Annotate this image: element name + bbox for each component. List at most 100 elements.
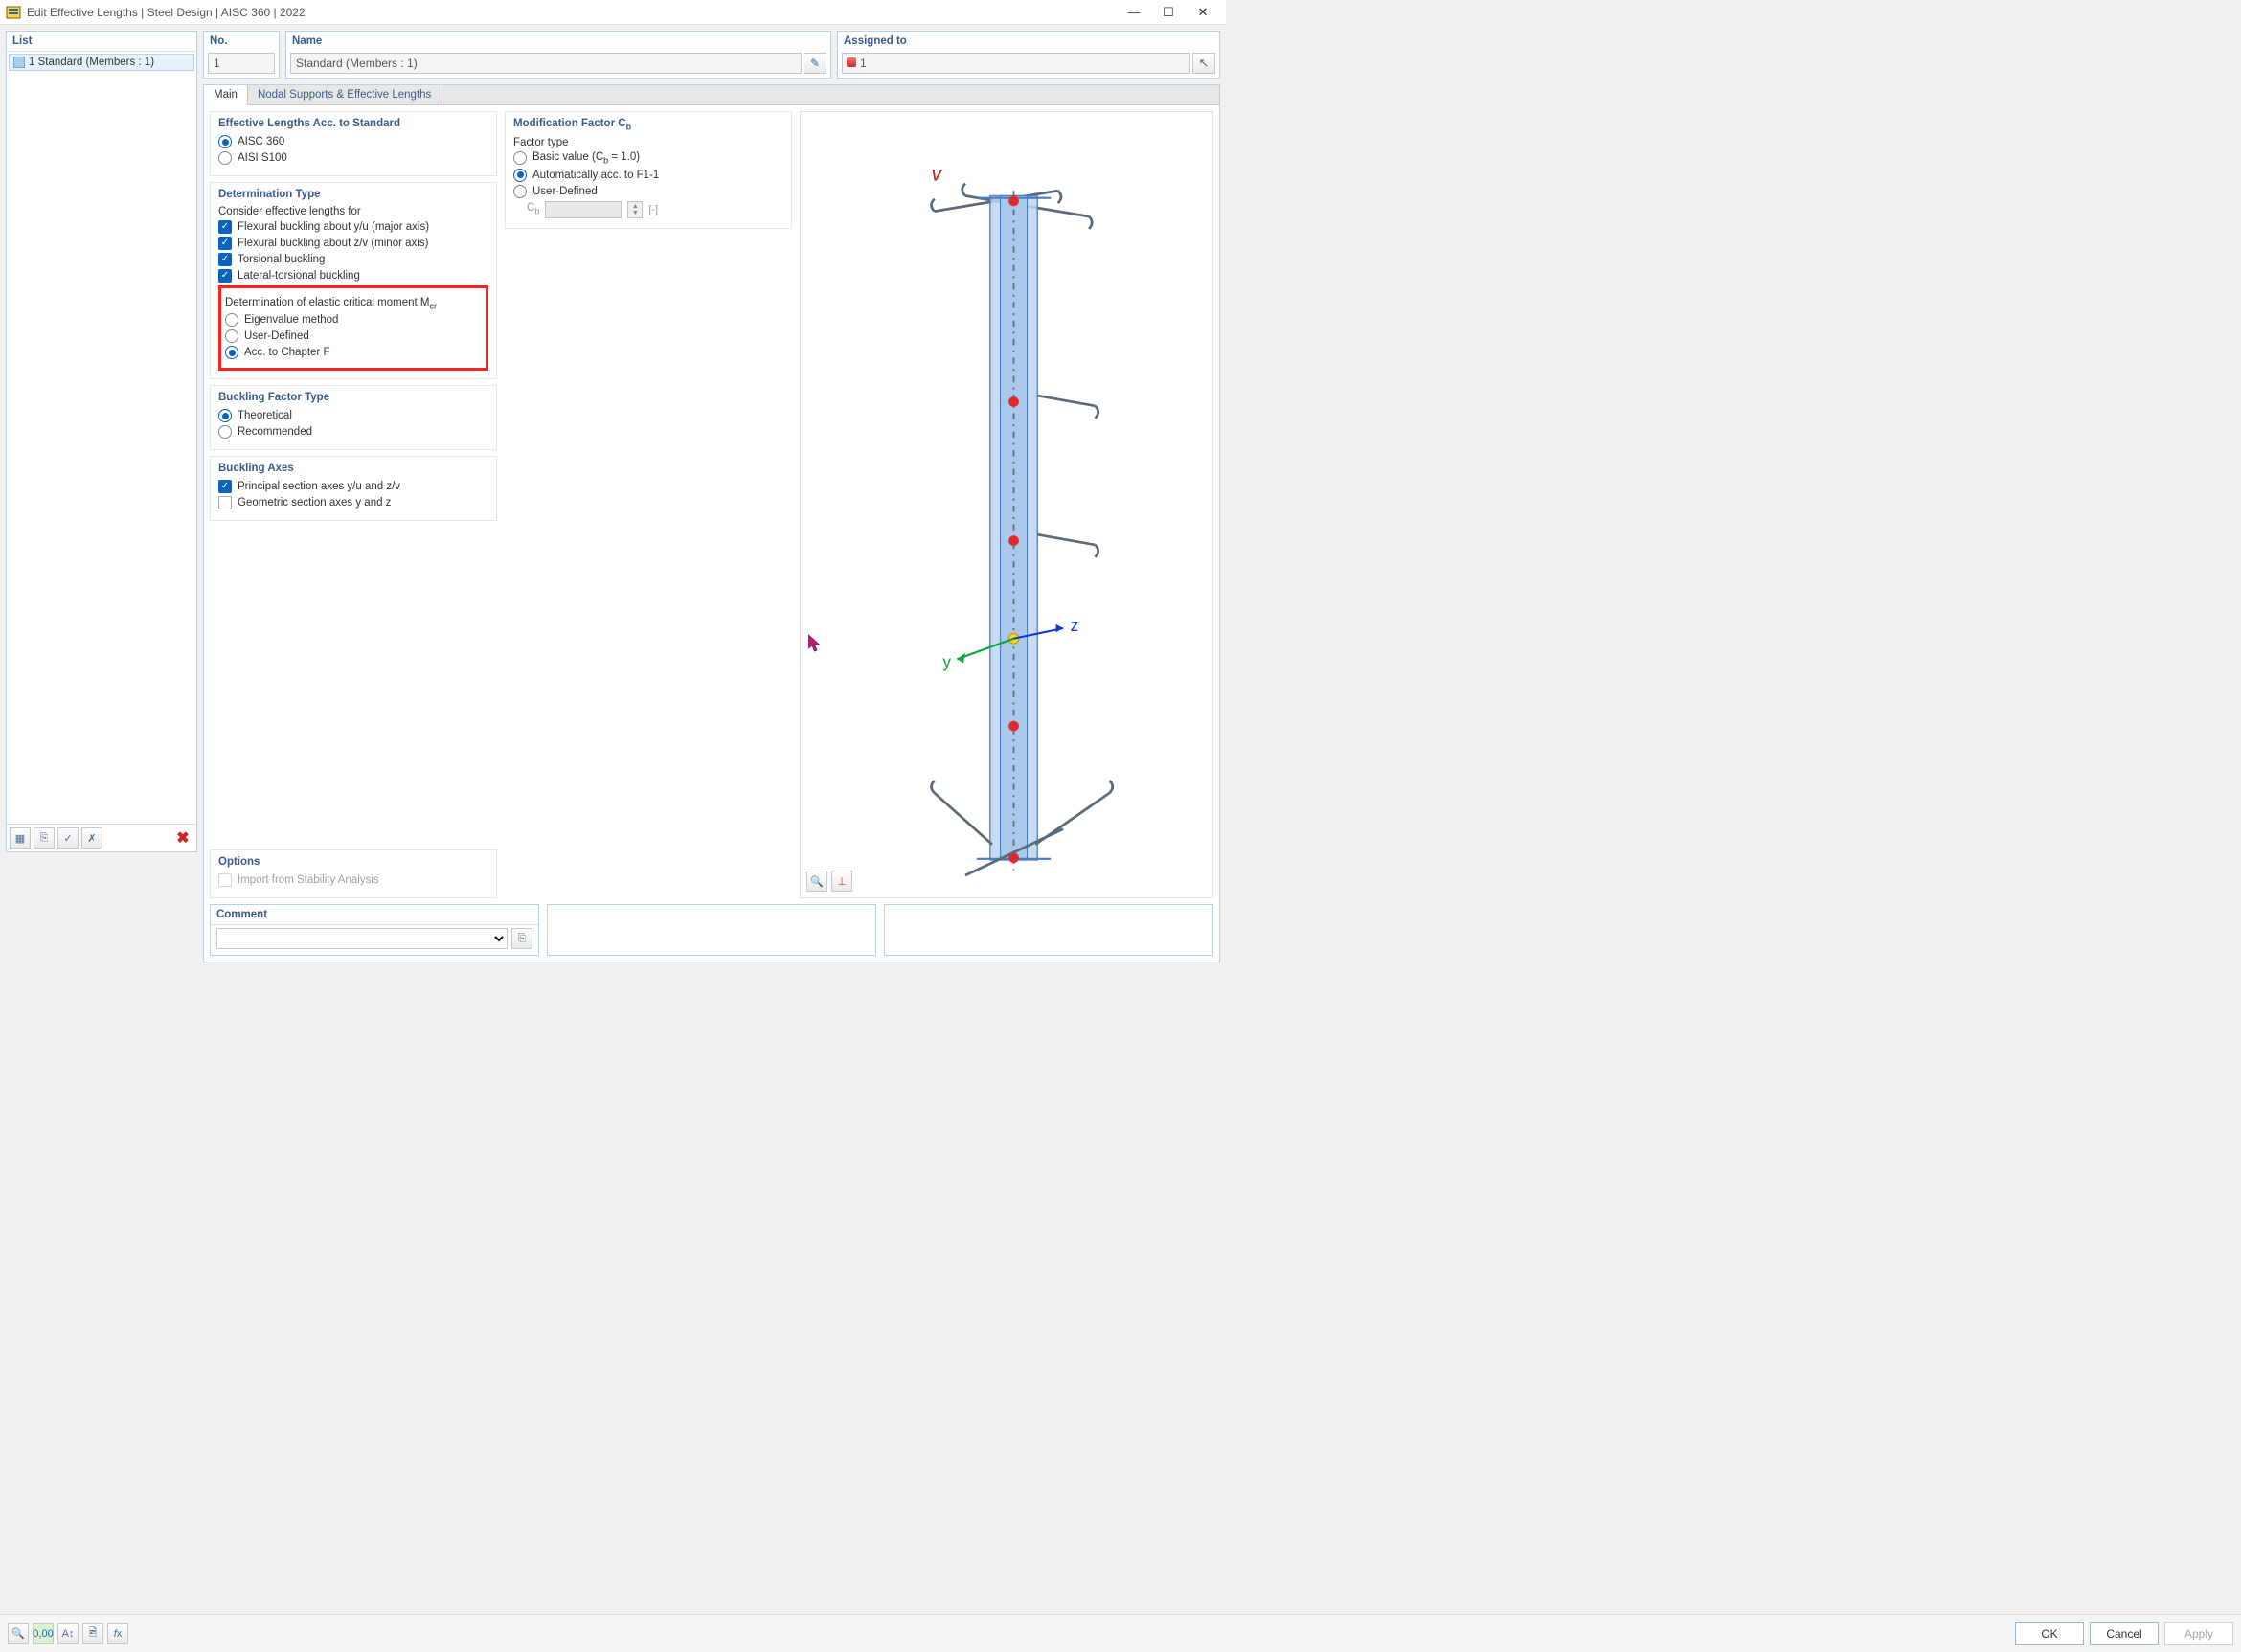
- delete-button[interactable]: ✖: [172, 827, 193, 849]
- check-geometric-axes[interactable]: ✓Geometric section axes y and z: [218, 496, 488, 509]
- radio-label: Recommended: [238, 426, 312, 438]
- check-icon: ✓: [218, 480, 232, 493]
- svg-text:y: y: [942, 652, 951, 671]
- no-field-box: No. 1: [203, 31, 280, 79]
- radio-label: Acc. to Chapter F: [244, 347, 329, 358]
- ok-button[interactable]: OK: [2015, 1622, 2084, 1645]
- cb-spinner: ▲▼: [627, 201, 643, 218]
- check-fb-major[interactable]: ✓ Flexural buckling about y/u (major axis…: [218, 220, 488, 234]
- assigned-input[interactable]: 1: [842, 53, 1190, 74]
- check-label: Lateral-torsional buckling: [238, 270, 360, 282]
- svg-text:v: v: [932, 162, 943, 185]
- footer-bar: 🔍 0,00 A↕ 🖻 fx OK Cancel Apply: [0, 1614, 2241, 1652]
- radio-icon: [218, 409, 232, 422]
- check-torsional[interactable]: ✓Torsional buckling: [218, 253, 488, 266]
- radio-icon: [218, 135, 232, 148]
- radio-icon: [218, 425, 232, 439]
- radio-aisc360[interactable]: AISC 360: [218, 135, 488, 148]
- section-eff-lengths: Effective Lengths Acc. to Standard AISC …: [210, 111, 497, 176]
- radio-cb-basic[interactable]: Basic value (Cb = 1.0): [513, 151, 783, 165]
- help-button[interactable]: 🔍: [8, 1623, 29, 1644]
- no-input[interactable]: 1: [208, 53, 275, 74]
- comment-header: Comment: [211, 905, 538, 925]
- units-button[interactable]: 0,00: [33, 1623, 54, 1644]
- minimize-button[interactable]: —: [1117, 0, 1151, 25]
- det-type-title: Determination Type: [218, 189, 488, 200]
- radio-aisi-s100[interactable]: AISI S100: [218, 151, 488, 165]
- no-label: No.: [204, 32, 279, 51]
- maximize-button[interactable]: ☐: [1151, 0, 1186, 25]
- section-options: Options ✓Import from Stability Analysis: [210, 849, 497, 898]
- cb-unit: [-]: [648, 204, 658, 215]
- window-title: Edit Effective Lengths | Steel Design | …: [27, 6, 306, 19]
- ftype-label: Factor type: [513, 137, 783, 148]
- buck-axes-title: Buckling Axes: [218, 463, 488, 474]
- radio-cb-user[interactable]: User-Defined: [513, 185, 783, 198]
- radio-chapter-f[interactable]: Acc. to Chapter F: [225, 346, 482, 359]
- consider-label: Consider effective lengths for: [218, 206, 488, 217]
- uncheck-button[interactable]: ✗: [81, 827, 102, 849]
- font-button[interactable]: A↕: [57, 1623, 79, 1644]
- info-button[interactable]: 🖻: [82, 1623, 103, 1644]
- mcr-highlight: Determination of elastic critical moment…: [218, 285, 488, 371]
- apply-button: Apply: [2164, 1622, 2233, 1645]
- comment-select[interactable]: [216, 928, 508, 949]
- tab-strip: Main Nodal Supports & Effective Lengths: [204, 85, 1219, 105]
- radio-theoretical[interactable]: Theoretical: [218, 409, 488, 422]
- options-title: Options: [218, 856, 488, 868]
- name-input[interactable]: Standard (Members : 1): [290, 53, 802, 74]
- preview-zoom-button[interactable]: 🔍: [806, 871, 827, 892]
- preview-svg: z y: [801, 112, 1212, 897]
- radio-label: Basic value (Cb = 1.0): [532, 151, 640, 165]
- check-label: Import from Stability Analysis: [238, 874, 379, 886]
- radio-label: AISC 360: [238, 136, 284, 147]
- radio-label: Eigenvalue method: [244, 314, 338, 326]
- cb-input: [545, 201, 622, 218]
- new-button[interactable]: ▦: [10, 827, 31, 849]
- radio-icon: [225, 313, 238, 327]
- section-mod-cb: Modification Factor Cb Factor type Basic…: [505, 111, 792, 229]
- radio-label: AISI S100: [238, 152, 287, 164]
- check-button[interactable]: ✓: [57, 827, 79, 849]
- cancel-button[interactable]: Cancel: [2090, 1622, 2159, 1645]
- check-ltb[interactable]: ✓ Lateral-torsional buckling: [218, 269, 488, 283]
- tab-nodal[interactable]: Nodal Supports & Effective Lengths: [248, 85, 441, 104]
- check-fb-minor[interactable]: ✓Flexural buckling about z/v (minor axis…: [218, 237, 488, 250]
- edit-name-button[interactable]: ✎: [804, 53, 826, 74]
- check-principal-axes[interactable]: ✓ Principal section axes y/u and z/v: [218, 480, 488, 493]
- mcr-label: Determination of elastic critical moment…: [225, 297, 482, 310]
- list-item[interactable]: 1 Standard (Members : 1): [9, 54, 194, 71]
- radio-label: User-Defined: [244, 330, 309, 342]
- fx-button[interactable]: fx: [107, 1623, 128, 1644]
- radio-recommended[interactable]: Recommended: [218, 425, 488, 439]
- radio-eigen[interactable]: Eigenvalue method: [225, 313, 482, 327]
- check-label: Geometric section axes y and z: [238, 497, 391, 509]
- preview-viewport[interactable]: z y: [800, 111, 1213, 898]
- radio-label: Theoretical: [238, 410, 292, 421]
- cb-symbol: Cb: [527, 202, 539, 215]
- copy-button[interactable]: ⎘: [34, 827, 55, 849]
- radio-icon: [513, 151, 527, 165]
- check-label: Flexural buckling about y/u (major axis): [238, 221, 429, 233]
- check-icon: ✓: [218, 269, 232, 283]
- comment-copy-button[interactable]: ⎘: [511, 928, 532, 949]
- section-det-type: Determination Type Consider effective le…: [210, 182, 497, 379]
- radio-icon: [513, 169, 527, 182]
- check-icon: ✓: [218, 220, 232, 234]
- radio-label: User-Defined: [532, 186, 598, 197]
- radio-cb-auto[interactable]: Automatically acc. to F1-1: [513, 169, 783, 182]
- tab-main[interactable]: Main: [204, 85, 248, 105]
- comment-box: Comment ⎘: [210, 904, 539, 956]
- empty-panel-2: [884, 904, 1213, 956]
- preview-member-button[interactable]: ⊥: [831, 871, 852, 892]
- check-label: Principal section axes y/u and z/v: [238, 481, 400, 492]
- list-panel: List 1 Standard (Members : 1) ▦ ⎘ ✓ ✗ ✖: [6, 31, 197, 852]
- radio-user-def-mcr[interactable]: User-Defined: [225, 329, 482, 343]
- check-label: Flexural buckling about z/v (minor axis): [238, 238, 428, 249]
- close-button[interactable]: ✕: [1186, 0, 1220, 25]
- check-label: Torsional buckling: [238, 254, 325, 265]
- check-import-stability: ✓Import from Stability Analysis: [218, 873, 488, 887]
- radio-label: Automatically acc. to F1-1: [532, 170, 659, 181]
- name-label: Name: [286, 32, 830, 51]
- pick-object-button[interactable]: ↖: [1192, 53, 1215, 74]
